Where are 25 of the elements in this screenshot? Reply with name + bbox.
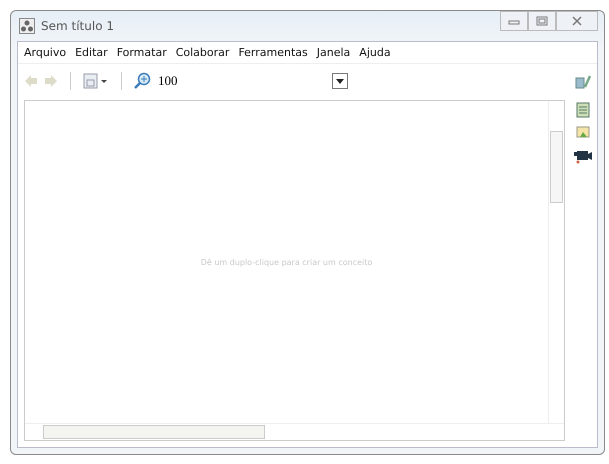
maximize-icon [536, 16, 548, 26]
notes-icon[interactable] [576, 102, 590, 118]
close-icon [571, 16, 583, 26]
horizontal-scrollbar[interactable] [25, 423, 564, 440]
video-camera-icon[interactable] [573, 148, 593, 164]
app-icon [19, 18, 35, 34]
scroll-thumb[interactable] [550, 131, 563, 203]
menu-item[interactable]: Ajuda [359, 46, 391, 59]
menu-item[interactable]: Janela [316, 46, 350, 59]
window-title: Sem título 1 [41, 19, 114, 33]
menu-item[interactable]: Colaborar [176, 46, 230, 59]
menu-item[interactable]: Editar [75, 46, 108, 59]
close-button[interactable] [556, 11, 598, 31]
scroll-thumb[interactable] [43, 425, 265, 439]
image-icon[interactable] [576, 126, 590, 140]
vertical-scrollbar[interactable] [548, 101, 564, 423]
minimize-button[interactable] [500, 11, 528, 31]
tools-icon[interactable] [575, 73, 591, 89]
maximize-button[interactable] [528, 11, 556, 31]
menu-item[interactable]: Formatar [116, 46, 167, 59]
view-dropdown-button[interactable] [83, 73, 109, 89]
menu-item[interactable]: Arquivo [24, 46, 66, 59]
menu-item[interactable]: Ferramentas [238, 46, 308, 59]
zoom-field[interactable]: 100 [158, 73, 348, 89]
zoom-icon [134, 72, 152, 90]
